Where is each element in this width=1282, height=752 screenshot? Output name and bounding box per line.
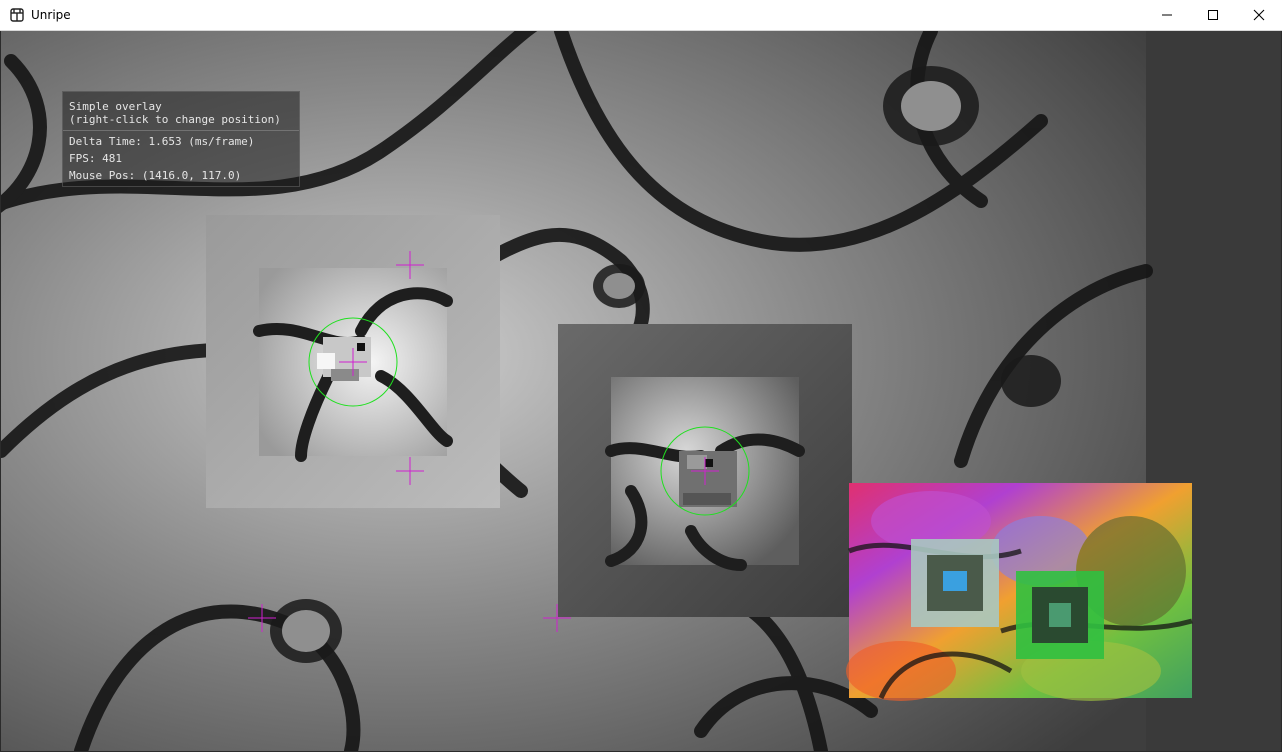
close-button[interactable]	[1236, 0, 1282, 30]
fps-text: FPS: 481	[69, 152, 122, 165]
debug-overlay[interactable]: Simple overlay (right-click to change po…	[62, 91, 300, 187]
title-bar[interactable]: Unripe	[0, 0, 1282, 31]
app-grid-icon	[10, 8, 24, 22]
maximize-icon	[1208, 10, 1218, 20]
window-title: Unripe	[31, 8, 71, 22]
mouse-pos-text: Mouse Pos: (1416.0, 117.0)	[69, 169, 242, 182]
close-icon	[1253, 9, 1265, 21]
color-minimap	[846, 483, 1193, 701]
maximize-button[interactable]	[1190, 0, 1236, 30]
minimize-icon	[1162, 14, 1172, 16]
overlay-divider	[63, 130, 299, 131]
minimap-frame-2	[1016, 571, 1104, 659]
player-sprite	[317, 337, 371, 381]
enemy-sprite	[679, 451, 737, 507]
minimize-button[interactable]	[1144, 0, 1190, 30]
game-viewport[interactable]: Simple overlay (right-click to change po…	[1, 31, 1281, 751]
minimap-frame-1	[911, 539, 999, 627]
overlay-title: Simple overlay (right-click to change po…	[69, 100, 281, 126]
overlay-title-line1: Simple overlay	[69, 100, 162, 113]
overlay-title-line2: (right-click to change position)	[69, 113, 281, 126]
delta-time-text: Delta Time: 1.653 (ms/frame)	[69, 135, 255, 148]
